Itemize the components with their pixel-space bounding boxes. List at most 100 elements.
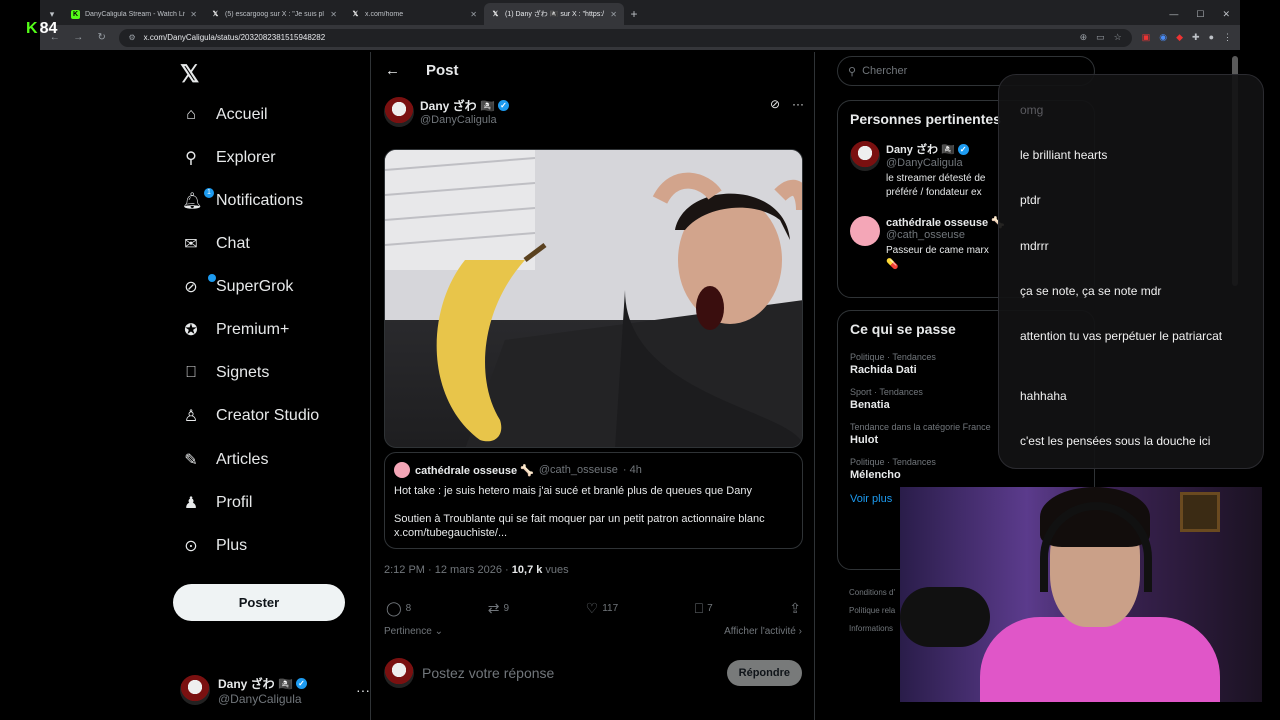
- search-placeholder: Chercher: [862, 65, 908, 77]
- maximize-icon[interactable]: ☐: [1196, 9, 1204, 20]
- url-text[interactable]: x.com/DanyCaligula/status/20320823815159…: [144, 33, 1072, 42]
- reply-icon: ◯: [386, 600, 402, 616]
- zoom-icon[interactable]: ⊕: [1080, 32, 1088, 43]
- chat-message: attention tu vas perpétuer le patriarcat: [1020, 329, 1223, 343]
- reply-button[interactable]: ◯ 8: [386, 600, 411, 617]
- reply-count: 8: [405, 603, 412, 614]
- post-media-gif[interactable]: [384, 149, 803, 448]
- post-button[interactable]: Poster: [173, 584, 345, 621]
- nav-item-signets[interactable]: ⎕ Signets: [182, 358, 269, 388]
- post-meta: 2:12 PM · 12 mars 2026 · 10,7 k vues: [384, 564, 569, 576]
- bookmark-button[interactable]: ⎕ 7: [695, 600, 713, 617]
- repost-button[interactable]: ⇄ 9: [488, 600, 509, 617]
- chat-message: mdrrr: [1020, 239, 1049, 253]
- bookmark-star-icon[interactable]: ☆: [1114, 32, 1122, 43]
- reload-icon[interactable]: ↻: [95, 32, 109, 43]
- view-activity-link[interactable]: Afficher l'activité ›: [724, 626, 802, 637]
- quote-author-name: cathédrale osseuse 🦴: [415, 464, 534, 477]
- sort-label: Pertinence: [384, 626, 432, 637]
- forward-icon[interactable]: →: [72, 32, 86, 43]
- avatar: [384, 658, 414, 688]
- window-controls: — ☐ ✕: [1169, 3, 1240, 25]
- tab-title: (1) Dany ざわ 🏴‍☠️ sur X : "https:/: [505, 11, 605, 18]
- like-button[interactable]: ♡ 117: [586, 600, 619, 617]
- reply-input[interactable]: Postez votre réponse: [422, 665, 719, 681]
- close-tab-icon[interactable]: ✕: [470, 10, 477, 19]
- more-icon[interactable]: ···: [792, 97, 804, 111]
- notification-badge: 1: [204, 188, 214, 198]
- replies-sort-row: Pertinence ⌄ Afficher l'activité ›: [384, 626, 802, 637]
- cast-icon[interactable]: ▭: [1096, 32, 1105, 43]
- extensions-puzzle-icon[interactable]: ✚: [1192, 32, 1200, 43]
- tab-title: (5) escargoog sur X : "Je suis pl: [225, 10, 324, 18]
- chevron-right-icon: ›: [798, 626, 802, 637]
- wall-frame: [1180, 492, 1220, 532]
- browser-tab[interactable]: 𝕏x.com/home ✕: [344, 3, 484, 25]
- avatar: [394, 462, 410, 478]
- browser-toolbar: ← → ↻ ⚙ x.com/DanyCaligula/status/203208…: [40, 25, 1240, 50]
- extension-red-icon[interactable]: ◆: [1176, 32, 1183, 43]
- profile-icon[interactable]: ●: [1209, 32, 1214, 43]
- avatar[interactable]: [384, 97, 414, 127]
- mail-icon: ✉: [184, 236, 198, 253]
- share-icon: ⇪: [789, 600, 801, 616]
- chat-message: ptdr: [1020, 193, 1041, 207]
- browser-tab[interactable]: 𝕏 (1) Dany ざわ 🏴‍☠️ sur X : "https:/ ✕: [484, 3, 624, 25]
- main-column: ← Post Dany ざわ 🏴‍☠️ ✓ @DanyCaligula ⊘ ···: [370, 52, 815, 720]
- nav-item-articles[interactable]: ✎ Articles: [182, 445, 268, 475]
- reply-submit-button[interactable]: Répondre: [726, 660, 802, 686]
- x-icon: 𝕏: [352, 11, 359, 18]
- nav-item-creator-studio[interactable]: ♙ Creator Studio: [182, 401, 319, 431]
- footer-link[interactable]: Politique rela: [849, 602, 895, 620]
- close-tab-icon[interactable]: ✕: [610, 10, 617, 19]
- close-tab-icon[interactable]: ✕: [190, 10, 197, 19]
- browser-tab[interactable]: 𝕏 (5) escargoog sur X : "Je suis pl ✕: [204, 3, 344, 25]
- new-tab-button[interactable]: +: [624, 3, 644, 25]
- microphone: [900, 587, 990, 647]
- author-handle[interactable]: @DanyCaligula: [420, 114, 509, 126]
- grok-icon: ⊘: [184, 279, 198, 296]
- browser-menu-icon[interactable]: ⋮: [1223, 32, 1232, 43]
- footer-link[interactable]: Informations: [849, 620, 895, 638]
- address-bar[interactable]: ⚙ x.com/DanyCaligula/status/203208238151…: [118, 28, 1132, 47]
- nav-item-premium[interactable]: ✪ Premium+: [182, 315, 289, 345]
- browser-tab[interactable]: K DanyCaligula Stream - Watch Liv ✕: [64, 3, 204, 25]
- creator-icon: ♙: [183, 408, 199, 425]
- post-datetime[interactable]: 2:12 PM · 12 mars 2026 ·: [384, 564, 512, 576]
- extension-translate-icon[interactable]: ◉: [1159, 32, 1167, 43]
- like-count: 117: [602, 603, 619, 614]
- nav-item-label: Creator Studio: [216, 407, 320, 424]
- nav-item-label: Profil: [216, 494, 253, 511]
- extension-pdf-icon[interactable]: ▣: [1142, 32, 1151, 43]
- nav-item-label: Signets: [216, 364, 270, 381]
- nav-item-profil[interactable]: ♟ Profil: [182, 488, 253, 518]
- close-window-icon[interactable]: ✕: [1222, 9, 1230, 20]
- nav-item-accueil[interactable]: ⌂ Accueil: [182, 100, 267, 130]
- author-name[interactable]: Dany ざわ 🏴‍☠️: [420, 97, 495, 114]
- sort-dropdown[interactable]: Pertinence ⌄: [384, 626, 443, 637]
- x-logo-icon[interactable]: 𝕏: [180, 60, 199, 89]
- chat-message: c'est les pensées sous la douche ici: [1020, 434, 1211, 448]
- new-dot-indicator: [208, 274, 216, 282]
- nav-item-plus[interactable]: ⊙ Plus: [182, 531, 247, 561]
- stream-chat-overlay: omg le brilliant hearts ptdr mdrrr ça se not…: [998, 74, 1264, 469]
- minimize-icon[interactable]: —: [1169, 9, 1178, 19]
- grok-icon[interactable]: ⊘: [770, 97, 780, 111]
- nav-item-supergrok[interactable]: ⊘ SuperGrok: [182, 272, 293, 302]
- account-switcher[interactable]: Dany ざわ 🏴‍☠️ ✓ @DanyCaligula ···: [180, 670, 370, 710]
- meme-image: [385, 150, 802, 447]
- more-circle-icon: ⊙: [184, 538, 198, 555]
- bookmark-icon: ⎕: [186, 364, 196, 381]
- nav-item-notifications[interactable]: 🔔︎ Notifications 1: [182, 186, 303, 216]
- nav-item-explorer[interactable]: ⚲ Explorer: [182, 143, 276, 173]
- nav-item-chat[interactable]: ✉ Chat: [182, 229, 250, 259]
- share-button[interactable]: ⇪: [789, 600, 801, 617]
- x-icon: 𝕏: [212, 11, 219, 18]
- more-icon[interactable]: ···: [356, 682, 370, 698]
- nav-item-label: Explorer: [216, 149, 276, 166]
- site-info-icon[interactable]: ⚙: [129, 33, 136, 42]
- quoted-post[interactable]: cathédrale osseuse 🦴 @cath_osseuse · 4h …: [384, 452, 803, 549]
- close-tab-icon[interactable]: ✕: [330, 10, 337, 19]
- back-arrow-icon[interactable]: ←: [385, 62, 400, 79]
- footer-link[interactable]: Conditions d': [849, 584, 895, 602]
